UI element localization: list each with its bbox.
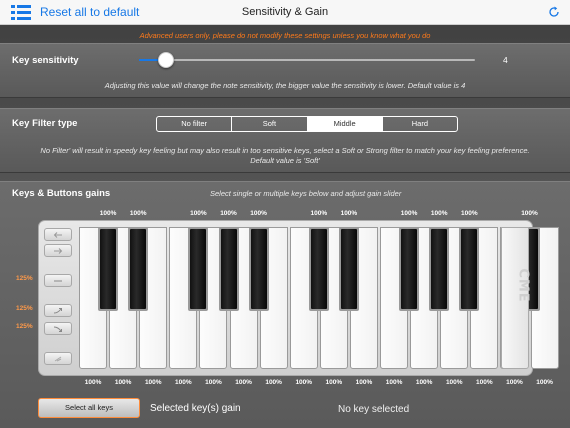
white-key-gain: 100% <box>235 379 252 386</box>
button-gain-label: 125% <box>16 275 33 282</box>
black-key[interactable] <box>218 227 239 311</box>
curve-down-icon <box>53 326 62 332</box>
octave-down-button[interactable] <box>44 244 72 257</box>
white-key-gain: 100% <box>355 379 373 386</box>
black-key[interactable] <box>188 227 209 311</box>
black-key-gain: 100% <box>521 210 538 217</box>
black-key[interactable] <box>248 227 269 311</box>
pedal-icon <box>54 356 62 362</box>
gains-label: Keys & Buttons gains <box>12 188 111 199</box>
white-key-gain: 100% <box>415 379 433 386</box>
sensitivity-label: Key sensitivity <box>12 55 79 66</box>
sensitivity-value: 4 <box>503 55 508 65</box>
black-key[interactable] <box>399 227 420 311</box>
keyboard: CME <box>38 220 559 376</box>
white-key-gain: 100% <box>175 379 192 386</box>
black-key-gain: 100% <box>310 210 328 217</box>
button-gain-label: 125% <box>16 323 33 330</box>
octave-up-button[interactable] <box>44 228 72 241</box>
black-key-gain: 100% <box>220 210 237 217</box>
filter-description-line1: No Filter' will result in speedy key fee… <box>40 146 530 155</box>
black-key-gain: 100% <box>430 210 448 217</box>
pitch-down-button[interactable] <box>44 322 72 335</box>
black-key-gain: 100% <box>460 210 478 217</box>
black-key-gain: 100% <box>129 210 147 217</box>
black-key[interactable] <box>338 227 359 311</box>
button-gain-label: 125% <box>16 305 33 312</box>
curve-up-icon <box>53 308 62 314</box>
white-key-gain: 100% <box>144 379 162 386</box>
page-title: Sensitivity & Gain <box>241 6 329 18</box>
filter-option-soft[interactable]: Soft <box>231 117 306 131</box>
white-key-gain: 100% <box>445 379 463 386</box>
refresh-icon[interactable] <box>548 6 560 18</box>
selected-gain-label: Selected key(s) gain <box>150 403 241 414</box>
filter-section: Key Filter type No filter Soft Middle Ha… <box>0 108 570 173</box>
dash-icon <box>54 280 62 282</box>
white-key-gain: 100% <box>536 379 553 386</box>
arrow-right-icon <box>54 248 63 254</box>
gains-section: Keys & Buttons gains Select single or mu… <box>0 181 570 428</box>
black-key-gain: 100% <box>340 210 358 217</box>
black-key-gain: 100% <box>250 210 267 217</box>
select-all-keys-button[interactable]: Select all keys <box>38 398 140 418</box>
filter-option-no-filter[interactable]: No filter <box>157 117 231 131</box>
white-key-gain: 100% <box>114 379 132 386</box>
pitch-up-button[interactable] <box>44 304 72 317</box>
white-key-gain: 100% <box>84 379 102 386</box>
function-button[interactable] <box>44 274 72 287</box>
slider-thumb[interactable] <box>157 52 174 68</box>
filter-description-line2: Default value is 'Soft' <box>250 156 320 165</box>
black-key-gain: 100% <box>400 210 418 217</box>
black-key[interactable] <box>308 227 329 311</box>
filter-option-hard[interactable]: Hard <box>381 117 457 131</box>
arrow-left-icon <box>53 232 62 238</box>
white-key-gain: 100% <box>295 379 313 386</box>
white-key-gain: 100% <box>506 379 523 386</box>
filter-option-middle[interactable]: Middle <box>306 117 382 131</box>
advanced-warning: Advanced users only, please do not modif… <box>139 31 431 40</box>
black-key-gain: 100% <box>190 210 207 217</box>
white-key-gain: 100% <box>325 379 343 386</box>
black-key-gain: 100% <box>99 210 117 217</box>
white-key-gain: 100% <box>476 379 493 386</box>
black-key[interactable] <box>98 227 119 311</box>
white-key-gain: 100% <box>205 379 222 386</box>
no-key-selected-text: No key selected <box>338 404 410 415</box>
sensitivity-slider[interactable] <box>139 52 475 68</box>
control-buttons <box>44 226 72 370</box>
gains-hint: Select single or multiple keys below and… <box>210 189 402 198</box>
black-key[interactable] <box>429 227 450 311</box>
black-key[interactable] <box>459 227 480 311</box>
black-key[interactable] <box>128 227 149 311</box>
filter-segmented-control: No filter Soft Middle Hard <box>156 116 458 132</box>
sensitivity-description: Adjusting this value will change the not… <box>104 81 466 90</box>
filter-label: Key Filter type <box>12 118 78 129</box>
white-key-gain: 100% <box>265 379 282 386</box>
sustain-button[interactable] <box>44 352 72 365</box>
logo-panel: CME <box>501 227 531 369</box>
nav-bar: Reset all to default Sensitivity & Gain <box>0 0 570 25</box>
white-key-gain: 100% <box>385 379 403 386</box>
cme-logo: CME <box>515 268 531 303</box>
sensitivity-section: Key sensitivity 4 Adjusting this value w… <box>0 43 570 98</box>
